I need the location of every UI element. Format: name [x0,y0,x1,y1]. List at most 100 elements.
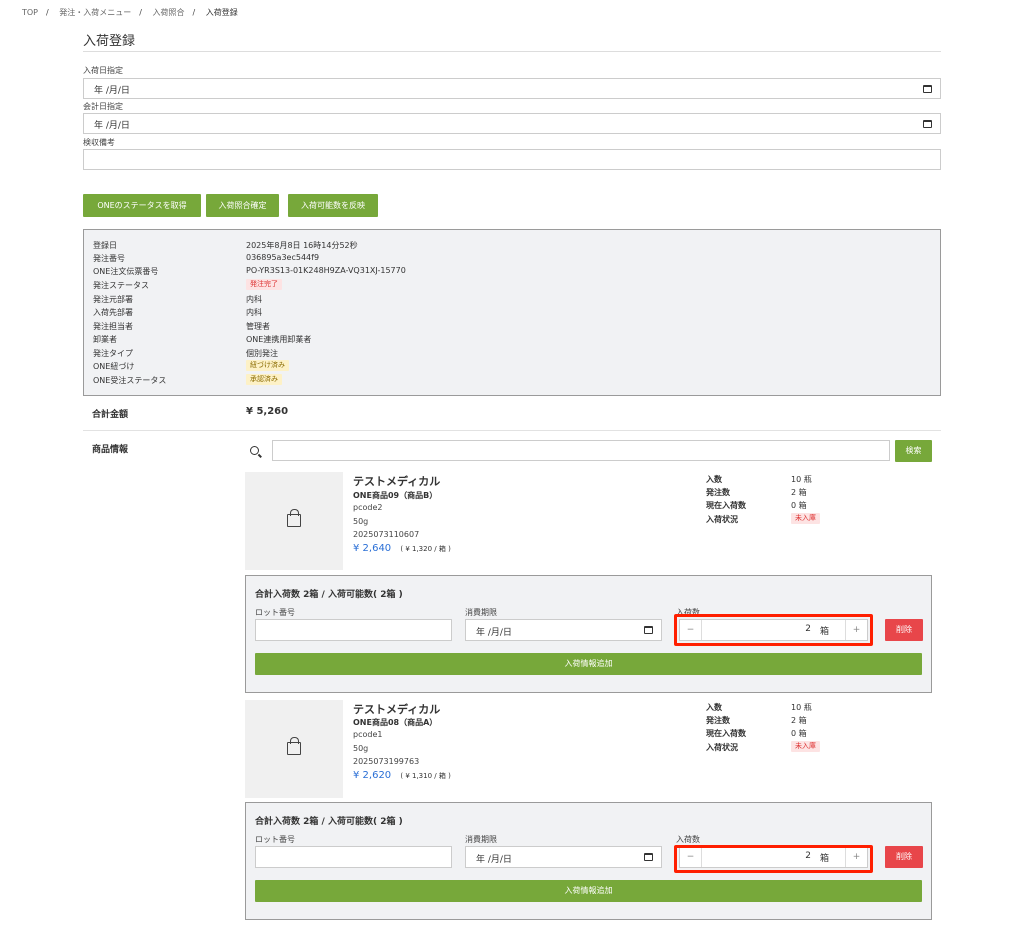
expiry-placeholder: 年 /月/日 [476,628,512,638]
reflect-available-button[interactable]: 入荷可能数を反映 [288,194,378,217]
breadcrumb: TOP / 発注・入荷メニュー / 入荷照合 / 入荷登録 [22,7,238,18]
product-price: ¥ 2,620 ( ¥ 1,310 / 箱 ) [353,770,451,781]
products-label: 商品情報 [92,445,129,455]
order-info-panel: 登録日 2025年8月8日 16時14分52秒 発注番号 036895a3ec5… [83,229,941,396]
product-maker: テストメディカル [353,475,441,488]
status-badge: 承認済み [246,374,282,385]
search-button[interactable]: 検索 [895,440,932,462]
lot-label: ロット番号 [255,835,295,844]
divider [83,430,941,431]
meta-value: 0 箱 [791,729,807,738]
info-label: ONE紐づけ [93,362,135,371]
price-value: ¥ 2,640 [353,543,392,554]
product-price: ¥ 2,640 ( ¥ 1,320 / 箱 ) [353,543,451,554]
meta-label: 入荷状況 [706,743,738,752]
product-spec: 50g [353,744,369,753]
info-label: 発注担当者 [93,322,133,331]
calendar-icon[interactable] [644,853,653,861]
calendar-icon[interactable] [923,85,932,93]
meta-value: 2 箱 [791,716,807,725]
shopping-bag-icon [287,509,301,527]
highlight-box [674,614,873,646]
meta-value: 10 瓶 [791,703,812,712]
highlight-box [674,845,873,873]
delete-button[interactable]: 削除 [885,619,923,641]
status-badge: 発注完了 [246,279,282,290]
wholesaler: ONE連携用卸業者 [246,335,312,344]
price-value: ¥ 2,620 [353,770,392,781]
info-label: 登録日 [93,241,117,250]
product-name: ONE商品09（商品B） [353,491,438,500]
lot-input[interactable] [255,619,452,641]
meta-label: 現在入荷数 [706,501,746,510]
status-badge: 未入庫 [791,513,820,524]
breadcrumb-separator: / [139,8,142,17]
product-search-input[interactable] [272,440,890,461]
arrival-status: 未入庫 [791,741,820,752]
calendar-icon[interactable] [644,626,653,634]
arrival-date-label: 入荷日指定 [83,66,123,75]
expiry-input[interactable]: 年 /月/日 [465,846,662,868]
search-icon [250,446,259,455]
page-title: 入荷登録 [83,34,136,49]
arrival-entry-panel: 合計入荷数 2箱 / 入荷可能数( 2箱 ) ロット番号 消費期限 年 /月/日… [245,575,932,693]
total-value: ¥ 5,260 [246,406,289,417]
accounting-date-placeholder: 年 /月/日 [94,121,130,131]
add-arrival-info-button[interactable]: 入荷情報追加 [255,653,922,675]
expiry-input[interactable]: 年 /月/日 [465,619,662,641]
order-type: 個別発注 [246,349,278,358]
meta-label: 入荷状況 [706,515,738,524]
confirm-arrival-button[interactable]: 入荷照合確定 [206,194,279,217]
one-order-status: 承認済み [246,374,282,385]
info-label: ONE受注ステータス [93,376,167,385]
info-label: 発注タイプ [93,349,133,358]
meta-label: 入数 [706,703,722,712]
breadcrumb-order-menu[interactable]: 発注・入荷メニュー [59,7,131,18]
inspection-note-input[interactable] [83,149,941,170]
one-slip-number: PO-YR3S13-01K248H9ZA-VQ31XJ-15770 [246,266,406,275]
accounting-date-label: 会計日指定 [83,102,123,111]
order-person: 管理者 [246,322,270,331]
meta-label: 発注数 [706,716,730,725]
add-arrival-info-button[interactable]: 入荷情報追加 [255,880,922,902]
product-spec: 50g [353,517,369,526]
arrival-entry-panel: 合計入荷数 2箱 / 入荷可能数( 2箱 ) ロット番号 消費期限 年 /月/日… [245,802,932,920]
lot-input[interactable] [255,846,452,868]
info-label: 入荷先部署 [93,308,133,317]
meta-value: 10 瓶 [791,475,812,484]
info-label: 発注番号 [93,254,125,263]
info-label: 発注元部署 [93,295,133,304]
delete-button[interactable]: 削除 [885,846,923,868]
info-label: 発注ステータス [93,281,149,290]
product-code: pcode1 [353,730,383,739]
order-number: 036895a3ec544f9 [246,253,320,262]
breadcrumb-top[interactable]: TOP [22,8,38,17]
product-code: pcode2 [353,503,383,512]
calendar-icon[interactable] [923,120,932,128]
unit-price: ( ¥ 1,320 / 箱 ) [400,545,451,553]
order-status: 発注完了 [246,279,282,290]
info-label: 卸業者 [93,335,117,344]
qty-label: 入荷数 [676,835,700,844]
product-jan: 2025073199763 [353,757,420,766]
arrival-summary: 合計入荷数 2箱 / 入荷可能数( 2箱 ) [255,817,403,827]
info-label: ONE注文伝票番号 [93,267,159,276]
shopping-bag-icon [287,737,301,755]
title-divider [83,51,941,52]
arrival-date-input[interactable]: 年 /月/日 [83,78,941,99]
total-label: 合計金額 [92,410,129,420]
breadcrumb-separator: / [46,8,49,17]
product-image [245,472,343,570]
get-one-status-button[interactable]: ONEのステータスを取得 [83,194,201,217]
breadcrumb-arrival-check[interactable]: 入荷照合 [153,7,185,18]
meta-value: 0 箱 [791,501,807,510]
product-maker: テストメディカル [353,703,441,716]
status-badge: 未入庫 [791,741,820,752]
meta-label: 発注数 [706,488,730,497]
meta-label: 現在入荷数 [706,729,746,738]
accounting-date-input[interactable]: 年 /月/日 [83,113,941,134]
arrival-status: 未入庫 [791,513,820,524]
unit-price: ( ¥ 1,310 / 箱 ) [400,772,451,780]
product-name: ONE商品08（商品A） [353,718,438,727]
lot-label: ロット番号 [255,608,295,617]
